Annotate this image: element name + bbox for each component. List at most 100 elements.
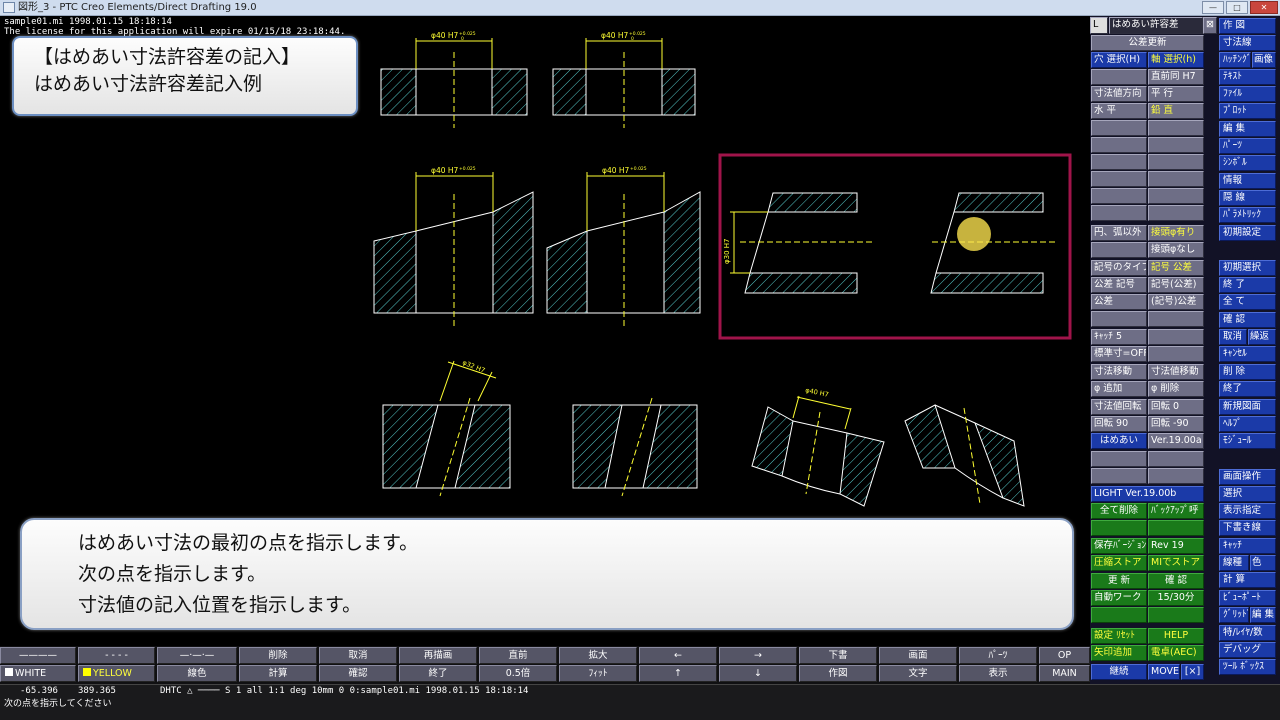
pan-up-button[interactable]: ↑	[639, 665, 717, 682]
menu-quit[interactable]: 終了	[1219, 381, 1276, 397]
close-button[interactable]: ✕	[1250, 1, 1278, 14]
tolerance-update-button[interactable]: 公差更新	[1091, 35, 1204, 51]
dim-value-move-button[interactable]: 寸法値移動	[1148, 364, 1204, 380]
vertical-button[interactable]: 鉛 直	[1148, 103, 1204, 119]
dim-rotate-button[interactable]: 寸法値回転	[1091, 399, 1147, 415]
menu-draw[interactable]: 作 図	[1219, 18, 1276, 34]
zoom-half-button[interactable]: 0.5倍	[479, 665, 557, 682]
menu-new-drawing[interactable]: 新規図面	[1219, 399, 1276, 415]
standard-dim-button[interactable]: 標準寸=OFF	[1091, 346, 1147, 362]
menu-select[interactable]: 選択	[1219, 486, 1276, 502]
linetype-solid-button[interactable]: ————	[0, 647, 76, 664]
menu-end[interactable]: 終 了	[1219, 277, 1276, 293]
menu-dimension[interactable]: 寸法線	[1219, 35, 1276, 51]
update-button[interactable]: 更 新	[1091, 573, 1147, 589]
fit-button[interactable]: はめあい	[1091, 433, 1147, 449]
settings-reset-button[interactable]: 設定 ﾘｾｯﾄ	[1091, 628, 1147, 644]
menu-redo[interactable]: 繰返	[1248, 329, 1276, 345]
pan-down-button[interactable]: ↓	[719, 665, 797, 682]
except-arc-button[interactable]: 円、弧以外	[1091, 225, 1147, 241]
line-color-button[interactable]: 線色	[157, 665, 237, 682]
tolerance-symbol-button[interactable]: 公差 記号	[1091, 277, 1147, 293]
parts-button[interactable]: ﾊﾟｰﾂ	[959, 647, 1037, 664]
op-button[interactable]: OP	[1039, 647, 1090, 664]
symbol-tolerance-button[interactable]: 記号 公差	[1148, 260, 1204, 276]
color-yellow-button[interactable]: YELLOW	[78, 665, 155, 682]
move-button[interactable]: MOVE	[1148, 664, 1180, 680]
menu-hatching[interactable]: ﾊｯﾁﾝｸﾞ	[1219, 52, 1251, 68]
close-x-button[interactable]: [×]	[1181, 664, 1204, 680]
draft-button[interactable]: 下書	[799, 647, 877, 664]
menu-info[interactable]: 情報	[1219, 173, 1276, 189]
menu-hidden-line[interactable]: 隠 線	[1219, 190, 1276, 206]
parallel-button[interactable]: 平 行	[1148, 86, 1204, 102]
minimize-button[interactable]: —	[1202, 1, 1224, 14]
with-prefix-button[interactable]: 接頭φ有り	[1148, 225, 1204, 241]
rev-button[interactable]: Rev 19	[1148, 538, 1204, 554]
menu-grid[interactable]: ｸﾞﾘｯﾄﾞ	[1219, 607, 1249, 623]
help-button[interactable]: HELP	[1148, 628, 1204, 644]
calculator-button[interactable]: 電卓(AEC)	[1148, 645, 1204, 661]
menu-calculate[interactable]: 計 算	[1219, 572, 1276, 588]
menu-linetype[interactable]: 線種	[1219, 555, 1249, 571]
menu-layer[interactable]: 特/ﾚｲﾔ/数	[1219, 625, 1276, 641]
confirm-button[interactable]: 確 認	[1148, 573, 1204, 589]
menu-plot[interactable]: ﾌﾟﾛｯﾄ	[1219, 103, 1276, 119]
end-button[interactable]: 終了	[399, 665, 477, 682]
linetype-chain-button[interactable]: —·—·—	[157, 647, 237, 664]
previous-view-button[interactable]: 直前	[479, 647, 557, 664]
without-prefix-button[interactable]: 接頭φなし	[1148, 242, 1204, 258]
menu-initial-select[interactable]: 初期選択	[1219, 260, 1276, 276]
menu-display-settings[interactable]: 表示指定	[1219, 503, 1276, 519]
drawing-canvas[interactable]: sample01.mi 1998.01.15 18:18:14 The lice…	[0, 16, 1090, 646]
hole-select-button[interactable]: 穴 選択(H)	[1091, 52, 1147, 68]
menu-image[interactable]: 画像	[1252, 52, 1276, 68]
menu-screen-ops[interactable]: 画面操作	[1219, 469, 1276, 485]
fit-view-button[interactable]: ﾌｨｯﾄ	[559, 665, 637, 682]
menu-file[interactable]: ﾌｧｲﾙ	[1219, 86, 1276, 102]
delete-button[interactable]: 削除	[239, 647, 317, 664]
rotate-0-button[interactable]: 回転 0	[1148, 399, 1204, 415]
pan-right-button[interactable]: →	[719, 647, 797, 664]
menu-grid-edit[interactable]: 編 集	[1250, 607, 1276, 623]
menu-close-icon[interactable]: ⊠	[1203, 17, 1217, 34]
menu-catch[interactable]: ｷｬｯﾁ	[1219, 538, 1276, 554]
compress-store-button[interactable]: 圧縮ストア	[1091, 555, 1147, 571]
menu-help[interactable]: ﾍﾙﾌﾟ	[1219, 416, 1276, 432]
display-button[interactable]: 表示	[959, 665, 1037, 682]
menu-cancel[interactable]: ｷｬﾝｾﾙ	[1219, 346, 1276, 362]
menu-text[interactable]: ﾃｷｽﾄ	[1219, 69, 1276, 85]
menu-undo[interactable]: 取消	[1219, 329, 1247, 345]
continue-button[interactable]: 継続	[1091, 664, 1147, 680]
maximize-button[interactable]: □	[1226, 1, 1248, 14]
color-white-button[interactable]: WHITE	[0, 665, 76, 682]
rotate-m90-button[interactable]: 回転 -90	[1148, 416, 1204, 432]
dim-move-button[interactable]: 寸法移動	[1091, 364, 1147, 380]
tolerance-button[interactable]: 公差	[1091, 294, 1147, 310]
menu-initial-settings[interactable]: 初期設定	[1219, 225, 1276, 241]
horizontal-button[interactable]: 水 平	[1091, 103, 1147, 119]
menu-header-icon[interactable]: L	[1090, 17, 1108, 34]
drawing-button[interactable]: 作図	[799, 665, 877, 682]
menu-draft-line[interactable]: 下書き線	[1219, 520, 1276, 536]
menu-debug[interactable]: デバッグ	[1219, 642, 1276, 658]
minutes-button[interactable]: 15/30分	[1148, 590, 1204, 606]
menu-color[interactable]: 色	[1250, 555, 1276, 571]
cancel-button[interactable]: 取消	[319, 647, 397, 664]
menu-symbol[interactable]: ｼﾝﾎﾞﾙ	[1219, 155, 1276, 171]
menu-all[interactable]: 全 て	[1219, 294, 1276, 310]
rotate-90-button[interactable]: 回転 90	[1091, 416, 1147, 432]
menu-toolbox[interactable]: ﾂｰﾙ ﾎﾞｯｸｽ	[1219, 659, 1276, 675]
arrow-add-button[interactable]: 矢印追加	[1091, 645, 1147, 661]
menu-parametric[interactable]: ﾊﾟﾗﾒﾄﾘｯｸ	[1219, 207, 1276, 223]
menu-parts[interactable]: ﾊﾟｰﾂ	[1219, 138, 1276, 154]
mi-store-button[interactable]: MIでストア	[1148, 555, 1204, 571]
menu-module[interactable]: ﾓｼﾞｭｰﾙ	[1219, 433, 1276, 449]
menu-viewport[interactable]: ﾋﾞｭｰﾎﾟｰﾄ	[1219, 590, 1276, 606]
shaft-select-button[interactable]: 軸 選択(h)	[1148, 52, 1204, 68]
symbol-paren-button[interactable]: 記号(公差)	[1148, 277, 1204, 293]
linetype-dash-button[interactable]: - - - -	[78, 647, 155, 664]
zoom-in-button[interactable]: 拡大	[559, 647, 637, 664]
catch-button[interactable]: ｷｬｯﾁ 5	[1091, 329, 1147, 345]
confirm-button[interactable]: 確認	[319, 665, 397, 682]
